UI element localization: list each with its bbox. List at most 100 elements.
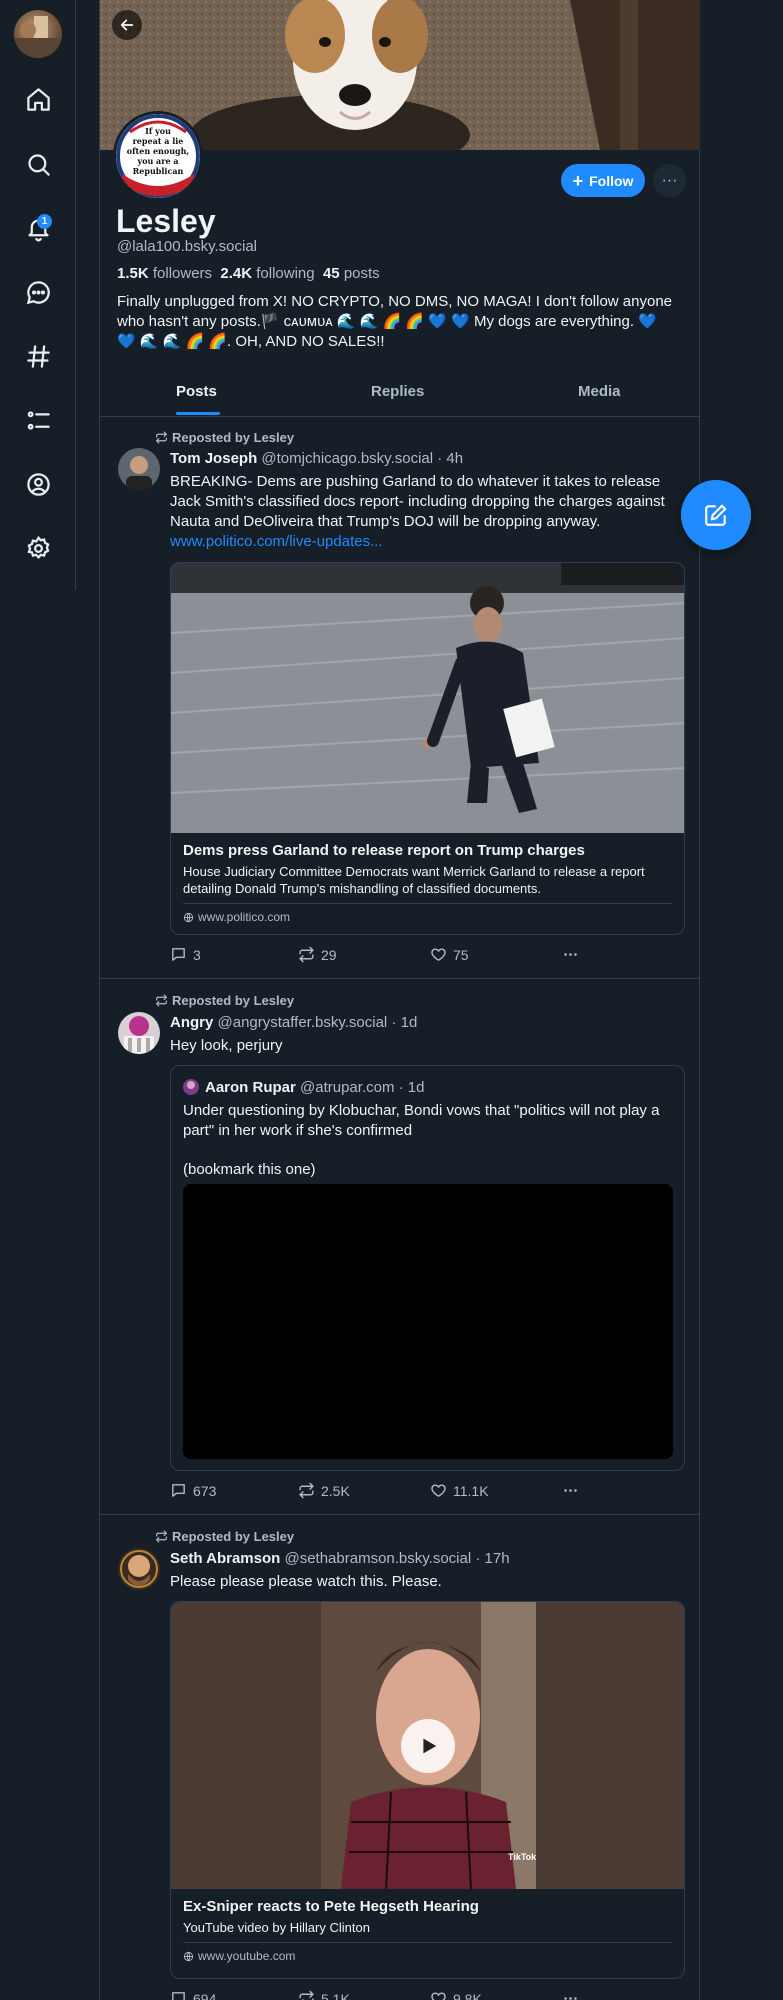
home-nav-button[interactable] <box>18 79 58 119</box>
following-label: following <box>256 265 315 282</box>
like-button[interactable]: 75 <box>430 946 469 963</box>
tab-replies[interactable]: Replies <box>371 383 424 400</box>
follow-label: Follow <box>589 172 634 189</box>
notifications-nav-button[interactable]: 1 <box>18 208 58 248</box>
repost-icon <box>156 431 167 444</box>
reply-button[interactable]: 694 <box>170 1990 216 2000</box>
list-icon <box>27 410 50 430</box>
tab-media[interactable]: Media <box>578 383 621 400</box>
profile-avatar[interactable]: If you repeat a lie often enough, you ar… <box>113 111 203 201</box>
repost-icon <box>156 994 167 1007</box>
tab-posts[interactable]: Posts <box>176 383 217 400</box>
profile-name: Lesley <box>116 203 216 239</box>
feed-post[interactable]: Reposted by Lesley Tom Joseph @tomjchica… <box>100 418 700 979</box>
heart-icon <box>431 1992 446 2000</box>
feed-post[interactable]: Reposted by Lesley Angry @angrystaffer.b… <box>100 979 700 1515</box>
settings-nav-button[interactable] <box>18 528 58 568</box>
back-button[interactable] <box>112 10 142 40</box>
chat-nav-button[interactable] <box>18 272 58 312</box>
ellipsis-icon <box>564 1489 577 1492</box>
author-avatar[interactable] <box>118 1548 160 1590</box>
search-nav-button[interactable] <box>18 144 58 184</box>
post-time[interactable]: · 4h <box>437 450 463 467</box>
compose-button[interactable] <box>681 480 751 550</box>
reply-count: 694 <box>193 1990 217 2000</box>
quote-video-player[interactable] <box>183 1184 673 1459</box>
quote-post[interactable]: Aaron Rupar @atrupar.com · 1d Under ques… <box>170 1065 685 1471</box>
author-handle[interactable]: @sethabramson.bsky.social <box>284 1550 471 1567</box>
author-handle[interactable]: @tomjchicago.bsky.social <box>261 450 433 467</box>
repost-icon <box>299 1990 314 2000</box>
profile-more-button[interactable]: ··· <box>653 164 686 197</box>
like-button[interactable]: 11.1K <box>430 1482 489 1499</box>
reply-button[interactable]: 673 <box>170 1482 216 1499</box>
author-name[interactable]: Seth Abramson <box>170 1550 280 1567</box>
following-link[interactable]: 2.4K following <box>220 265 314 282</box>
left-nav: 1 <box>0 0 76 590</box>
plus-icon: + <box>572 170 584 191</box>
reply-button[interactable]: 3 <box>170 946 201 963</box>
play-icon <box>423 1738 437 1754</box>
play-button[interactable] <box>401 1719 455 1773</box>
link-card-domain: www.politico.com <box>198 910 291 924</box>
like-button[interactable]: 9.8K <box>430 1990 482 2000</box>
reply-count: 673 <box>193 1482 217 1499</box>
post-more-button[interactable] <box>562 946 579 963</box>
repost-icon <box>156 1530 167 1543</box>
like-count: 11.1K <box>453 1482 489 1499</box>
post-time[interactable]: · 17h <box>475 1550 509 1567</box>
author-avatar[interactable] <box>118 1012 160 1054</box>
avatar-text-line-5: Republican <box>133 166 184 176</box>
repost-label: Reposted by Lesley <box>172 430 295 445</box>
repost-icon <box>299 946 314 963</box>
posts-label: posts <box>343 265 380 282</box>
ellipsis-icon <box>564 1997 577 2000</box>
hashtag-icon <box>26 344 50 368</box>
reply-icon <box>172 1484 185 1497</box>
quote-author-handle: @atrupar.com <box>300 1079 395 1096</box>
post-actions: 3 29 75 <box>170 946 590 966</box>
post-more-button[interactable] <box>562 1482 579 1499</box>
link-card[interactable]: Dems press Garland to release report on … <box>170 562 685 935</box>
link-card-domain: www.youtube.com <box>198 1949 296 1963</box>
repost-count: 5.1K <box>321 1990 350 2000</box>
author-avatar[interactable] <box>118 448 160 490</box>
arrow-left-icon <box>120 19 134 31</box>
author-name[interactable]: Tom Joseph <box>170 450 257 467</box>
ellipsis-icon: ··· <box>661 171 678 189</box>
profile-nav-button[interactable] <box>18 464 58 504</box>
repost-button[interactable]: 2.5K <box>298 1482 350 1499</box>
avatar-text-line-1: If you <box>145 126 171 136</box>
post-more-button[interactable] <box>562 1990 579 2000</box>
profile-stats: 1.5K followers 2.4K following 45 posts <box>117 265 380 282</box>
repost-button[interactable]: 29 <box>298 946 337 963</box>
link-card-image <box>171 563 684 833</box>
lists-nav-button[interactable] <box>18 400 58 440</box>
avatar-text-line-4: you are a <box>136 156 178 166</box>
feeds-nav-button[interactable] <box>18 336 58 376</box>
followers-link[interactable]: 1.5K followers <box>117 265 212 282</box>
account-avatar[interactable] <box>14 10 62 58</box>
post-time[interactable]: · 1d <box>391 1014 417 1031</box>
search-icon <box>27 153 50 176</box>
repost-button[interactable]: 5.1K <box>298 1990 350 2000</box>
repost-label: Reposted by Lesley <box>172 993 295 1008</box>
author-name[interactable]: Angry <box>170 1014 213 1031</box>
repost-indicator: Reposted by Lesley <box>155 1529 294 1544</box>
post-link[interactable]: www.politico.com/live-updates... <box>170 533 383 550</box>
profile-bio: Finally unplugged from X! NO CRYPTO, NO … <box>117 293 673 350</box>
active-tab-indicator <box>176 412 220 415</box>
author-handle[interactable]: @angrystaffer.bsky.social <box>218 1014 388 1031</box>
link-card-title: Dems press Garland to release report on … <box>183 842 585 859</box>
like-count: 75 <box>453 946 469 963</box>
feed-post[interactable]: Reposted by Lesley Seth Abramson @sethab… <box>100 1515 700 2000</box>
quote-author-name: Aaron Rupar <box>205 1079 296 1096</box>
quote-header: Aaron Rupar @atrupar.com · 1d <box>205 1079 424 1096</box>
quote-author-avatar <box>183 1079 199 1095</box>
link-card[interactable]: TikTok Ex-Sniper reacts to Pete Hegseth … <box>170 1601 685 1979</box>
gear-icon <box>26 535 49 559</box>
follow-button[interactable]: + Follow <box>561 164 645 197</box>
avatar-text-line-2: repeat a lie <box>133 136 184 146</box>
heart-icon <box>431 1484 446 1497</box>
globe-icon <box>183 1951 194 1961</box>
